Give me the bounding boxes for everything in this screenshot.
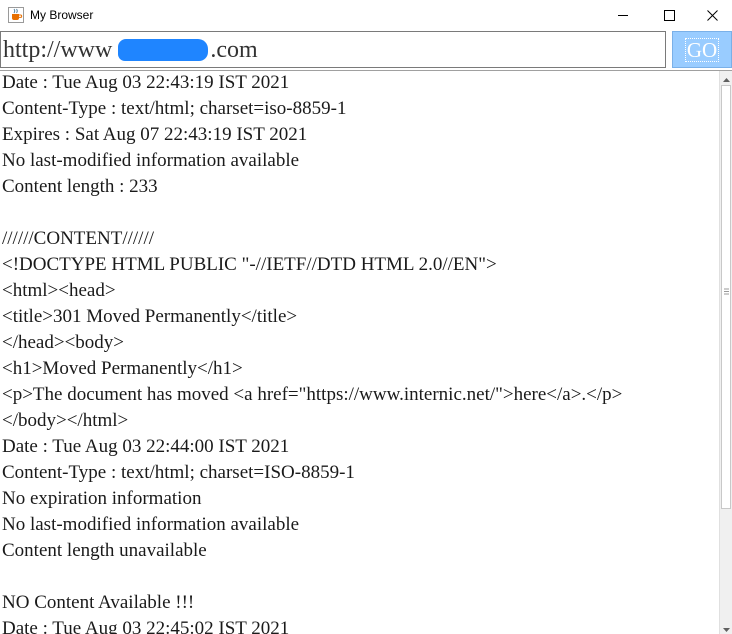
- address-bar: http://www .com GO: [0, 30, 732, 70]
- response-line: </body></html>: [2, 410, 129, 431]
- response-line: No last-modified information available: [2, 150, 300, 171]
- response-line: <title>301 Moved Permanently</title>: [2, 306, 298, 327]
- response-line: <h1>Moved Permanently</h1>: [2, 358, 243, 379]
- response-line: Date : Tue Aug 03 22:45:02 IST 2021: [2, 618, 290, 634]
- maximize-button[interactable]: [646, 0, 692, 30]
- response-line: Date : Tue Aug 03 22:44:00 IST 2021: [2, 436, 290, 457]
- maximize-icon: [663, 9, 675, 21]
- response-line: No last-modified information available: [2, 514, 300, 535]
- url-input[interactable]: http://www .com: [0, 31, 666, 68]
- grip-icon: [724, 282, 729, 295]
- scroll-up-button[interactable]: [720, 71, 732, 84]
- go-button[interactable]: GO: [672, 31, 732, 68]
- url-suffix: .com: [210, 37, 258, 63]
- vertical-scrollbar[interactable]: [719, 71, 732, 634]
- browser-window: My Browser http://www .com GO Date : Tue …: [0, 0, 732, 634]
- java-cup-icon: [8, 7, 24, 23]
- response-line: Date : Tue Aug 03 22:43:19 IST 2021: [2, 72, 290, 93]
- close-icon: [706, 9, 718, 21]
- minimize-icon: [617, 10, 629, 21]
- url-redaction-mark: [118, 39, 208, 61]
- response-line: [2, 201, 718, 227]
- response-line: [2, 565, 718, 591]
- minimize-button[interactable]: [600, 0, 646, 30]
- response-text-area[interactable]: Date : Tue Aug 03 22:43:19 IST 2021 Conte…: [0, 70, 732, 634]
- title-bar: My Browser: [0, 0, 732, 30]
- response-text: Date : Tue Aug 03 22:43:19 IST 2021 Conte…: [2, 71, 718, 634]
- response-line: </head><body>: [2, 332, 125, 353]
- response-line: <html><head>: [2, 280, 116, 301]
- window-title: My Browser: [30, 8, 94, 22]
- scrollbar-thumb[interactable]: [721, 85, 731, 509]
- response-line: Expires : Sat Aug 07 22:43:19 IST 2021: [2, 124, 308, 145]
- scroll-down-arrow-icon: [722, 619, 730, 634]
- response-line: <p>The document has moved <a href="https…: [2, 384, 623, 405]
- response-line: No expiration information: [2, 488, 202, 509]
- go-button-label: GO: [684, 37, 720, 62]
- close-button[interactable]: [692, 0, 732, 30]
- response-line: NO Content Available !!!: [2, 592, 195, 613]
- url-prefix: http://www: [3, 37, 113, 63]
- response-line: //////CONTENT//////: [2, 228, 154, 249]
- response-line: Content length unavailable: [2, 540, 207, 561]
- response-line: Content-Type : text/html; charset=iso-88…: [2, 98, 347, 119]
- response-line: Content length : 233: [2, 176, 158, 197]
- response-line: Content-Type : text/html; charset=ISO-88…: [2, 462, 355, 483]
- scroll-down-button[interactable]: [720, 621, 732, 634]
- response-line: <!DOCTYPE HTML PUBLIC "-//IETF//DTD HTML…: [2, 254, 497, 275]
